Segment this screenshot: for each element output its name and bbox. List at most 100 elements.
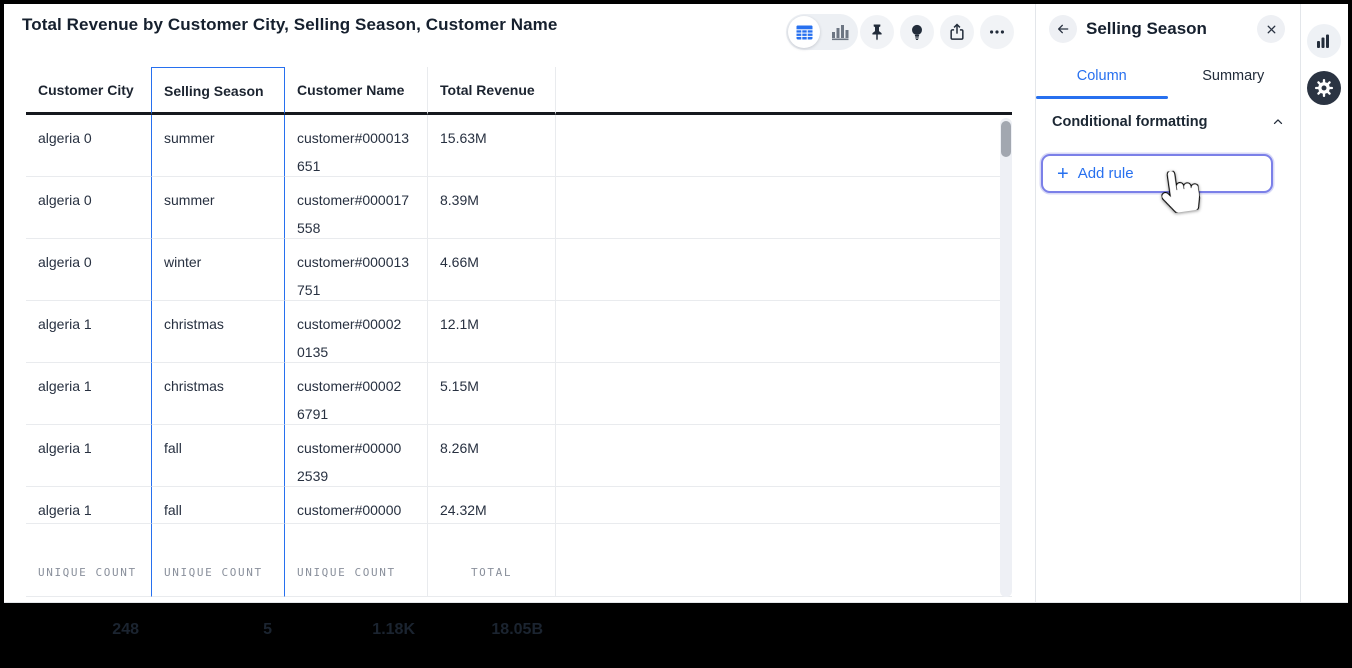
- table-row[interactable]: algeria 0summercustomer#000017 5588.39M: [26, 177, 1012, 239]
- settings-button[interactable]: [1307, 71, 1341, 105]
- cell-customer-name[interactable]: customer#00000: [285, 487, 428, 523]
- cell-customer-city[interactable]: algeria 0: [26, 115, 151, 177]
- scrollbar-thumb[interactable]: [1001, 121, 1011, 157]
- cell-total-revenue[interactable]: 5.15M: [428, 363, 556, 425]
- cell-total-revenue[interactable]: 8.39M: [428, 177, 556, 239]
- cell-customer-name[interactable]: customer#000013 651: [285, 115, 428, 177]
- table-row[interactable]: algeria 0summercustomer#000013 65115.63M: [26, 115, 1012, 177]
- summary-label: UNIQUE COUNT: [164, 566, 272, 580]
- back-arrow-icon: [1055, 21, 1071, 37]
- cell-customer-name[interactable]: customer#00002 0135: [285, 301, 428, 363]
- cell-customer-name[interactable]: customer#000017 558: [285, 177, 428, 239]
- back-button[interactable]: [1049, 15, 1077, 43]
- cell-selling-season[interactable]: winter: [151, 239, 285, 301]
- table-row[interactable]: algeria 1christmascustomer#00002 67915.1…: [26, 363, 1012, 425]
- cell-selling-season[interactable]: summer: [151, 177, 285, 239]
- summary-label: TOTAL: [440, 566, 543, 580]
- table-view-button[interactable]: [788, 16, 820, 48]
- section-title: Conditional formatting: [1052, 114, 1207, 130]
- chart-config-button[interactable]: [1307, 24, 1341, 58]
- chevron-up-icon[interactable]: [1271, 115, 1285, 129]
- cell-selling-season[interactable]: summer: [151, 115, 285, 177]
- gear-icon: [1314, 78, 1334, 98]
- vertical-scrollbar[interactable]: [1000, 118, 1012, 597]
- pin-icon: [867, 22, 887, 42]
- share-icon: [947, 22, 967, 42]
- cell-customer-name[interactable]: customer#000013 751: [285, 239, 428, 301]
- summary-value: 18.05B: [440, 620, 543, 640]
- column-config-panel: Selling Season Column Summary Conditiona…: [1036, 4, 1299, 602]
- ellipsis-icon: [987, 22, 1007, 42]
- table-row[interactable]: algeria 1fallcustomer#0000024.32M: [26, 487, 1012, 523]
- cell-customer-city[interactable]: algeria 1: [26, 363, 151, 425]
- summary-cell: UNIQUE COUNT 248: [26, 523, 151, 597]
- column-header-customer-name[interactable]: Customer Name: [285, 67, 428, 115]
- panel-title: Selling Season: [1086, 19, 1207, 39]
- chart-view-button[interactable]: [827, 19, 853, 45]
- cell-filler: [556, 239, 1012, 301]
- cell-customer-name[interactable]: customer#00000 2539: [285, 425, 428, 487]
- column-header-total-revenue[interactable]: Total Revenue: [428, 67, 556, 115]
- app-window: Total Revenue by Customer City, Selling …: [0, 0, 1352, 614]
- summary-cell: TOTAL 18.05B: [428, 523, 556, 597]
- summary-label: UNIQUE COUNT: [297, 566, 415, 580]
- view-toggle[interactable]: [786, 14, 858, 50]
- chart-view-icon: [831, 23, 849, 41]
- cell-customer-city[interactable]: algeria 1: [26, 301, 151, 363]
- cell-filler: [556, 487, 1012, 523]
- table-row[interactable]: algeria 1christmascustomer#00002 013512.…: [26, 301, 1012, 363]
- insights-button[interactable]: [900, 15, 934, 49]
- right-toolbar-strip: [1301, 4, 1348, 602]
- pin-button[interactable]: [860, 15, 894, 49]
- cell-total-revenue[interactable]: 4.66M: [428, 239, 556, 301]
- cell-customer-city[interactable]: algeria 1: [26, 487, 151, 523]
- close-panel-button[interactable]: [1257, 15, 1285, 43]
- data-table: Customer City Selling Season Customer Na…: [26, 67, 1012, 597]
- tab-summary[interactable]: Summary: [1168, 60, 1300, 96]
- bottom-divider: [4, 602, 1348, 603]
- lightbulb-icon: [907, 22, 927, 42]
- summary-label: UNIQUE COUNT: [38, 566, 139, 580]
- cell-total-revenue[interactable]: 15.63M: [428, 115, 556, 177]
- add-rule-button[interactable]: + Add rule: [1041, 154, 1273, 193]
- table-view-icon: [796, 25, 813, 40]
- cell-customer-name[interactable]: customer#00002 6791: [285, 363, 428, 425]
- cell-selling-season[interactable]: christmas: [151, 363, 285, 425]
- cell-filler: [556, 301, 1012, 363]
- cell-customer-city[interactable]: algeria 1: [26, 425, 151, 487]
- cell-total-revenue[interactable]: 8.26M: [428, 425, 556, 487]
- table-row[interactable]: algeria 0wintercustomer#000013 7514.66M: [26, 239, 1012, 301]
- conditional-formatting-section[interactable]: Conditional formatting: [1052, 114, 1285, 130]
- column-header-selling-season[interactable]: Selling Season: [151, 67, 285, 115]
- column-header-filler: [556, 67, 1012, 115]
- summary-cell-filler: [556, 523, 1012, 597]
- cell-filler: [556, 363, 1012, 425]
- add-rule-label: Add rule: [1078, 165, 1134, 182]
- cursor-pointer-icon: [1158, 168, 1201, 215]
- summary-value: 5: [164, 620, 272, 640]
- cell-total-revenue[interactable]: 12.1M: [428, 301, 556, 363]
- cell-selling-season[interactable]: christmas: [151, 301, 285, 363]
- summary-value: 1.18K: [297, 620, 415, 640]
- table-row[interactable]: algeria 1fallcustomer#00000 25398.26M: [26, 425, 1012, 487]
- panel-tabs: Column Summary: [1036, 60, 1299, 96]
- summary-cell: UNIQUE COUNT 1.18K: [285, 523, 428, 597]
- cell-customer-city[interactable]: algeria 0: [26, 239, 151, 301]
- cell-customer-city[interactable]: algeria 0: [26, 177, 151, 239]
- share-button[interactable]: [940, 15, 974, 49]
- plus-icon: +: [1057, 165, 1069, 183]
- table-body: algeria 0summercustomer#000013 65115.63M…: [26, 115, 1012, 523]
- summary-cell: UNIQUE COUNT 5: [151, 523, 285, 597]
- close-icon: [1265, 23, 1278, 36]
- cell-filler: [556, 425, 1012, 487]
- tab-column[interactable]: Column: [1036, 60, 1168, 96]
- cell-selling-season[interactable]: fall: [151, 425, 285, 487]
- cell-selling-season[interactable]: fall: [151, 487, 285, 523]
- page-title: Total Revenue by Customer City, Selling …: [22, 15, 557, 35]
- column-header-customer-city[interactable]: Customer City: [26, 67, 151, 115]
- cell-total-revenue[interactable]: 24.32M: [428, 487, 556, 523]
- summary-value: 248: [38, 620, 139, 640]
- cell-filler: [556, 177, 1012, 239]
- more-options-button[interactable]: [980, 15, 1014, 49]
- table-header-row: Customer City Selling Season Customer Na…: [26, 67, 1012, 115]
